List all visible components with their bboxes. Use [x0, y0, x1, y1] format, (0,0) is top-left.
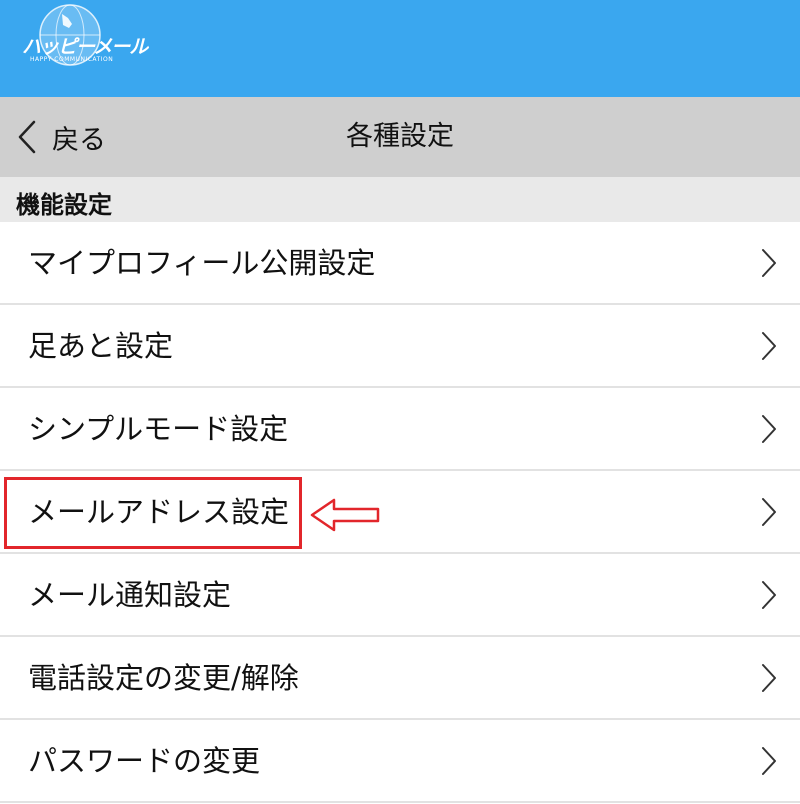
- chevron-right-icon: [762, 332, 776, 360]
- section-header: 機能設定: [0, 177, 800, 222]
- chevron-right-icon: [762, 498, 776, 526]
- logo-subtext: HAPPY COMMUNICATION: [30, 56, 114, 63]
- list-item-my-profile-visibility[interactable]: マイプロフィール公開設定: [0, 222, 800, 305]
- list-item-label: マイプロフィール公開設定: [28, 246, 376, 280]
- chevron-right-icon: [762, 415, 776, 443]
- app-header: ハッピーメール HAPPY COMMUNICATION: [0, 0, 800, 97]
- chevron-right-icon: [762, 249, 776, 277]
- app-logo[interactable]: ハッピーメール HAPPY COMMUNICATION: [10, 4, 148, 66]
- chevron-right-icon: [762, 747, 776, 775]
- navigation-bar: 戻る 各種設定: [0, 97, 800, 177]
- list-item-simple-mode[interactable]: シンプルモード設定: [0, 388, 800, 471]
- arrow-left-icon: [310, 498, 380, 532]
- list-item-label: 電話設定の変更/解除: [28, 661, 299, 695]
- list-item-phone-settings[interactable]: 電話設定の変更/解除: [0, 637, 800, 720]
- list-item-label: メール通知設定: [28, 578, 232, 612]
- list-item-label: シンプルモード設定: [28, 412, 289, 446]
- logo-text: ハッピーメール: [22, 36, 148, 58]
- chevron-left-icon: [18, 120, 36, 154]
- list-item-label: 足あと設定: [28, 329, 174, 363]
- page-title: 各種設定: [346, 121, 454, 152]
- chevron-right-icon: [762, 664, 776, 692]
- back-label: 戻る: [52, 124, 106, 156]
- back-button[interactable]: 戻る: [14, 97, 106, 177]
- chevron-right-icon: [762, 581, 776, 609]
- list-item-mail-notification[interactable]: メール通知設定: [0, 554, 800, 637]
- list-item-label: パスワードの変更: [28, 744, 261, 778]
- section-label: 機能設定: [16, 191, 112, 219]
- list-item-footprint[interactable]: 足あと設定: [0, 305, 800, 388]
- highlight-box: [4, 477, 302, 549]
- list-item-password-change[interactable]: パスワードの変更: [0, 720, 800, 803]
